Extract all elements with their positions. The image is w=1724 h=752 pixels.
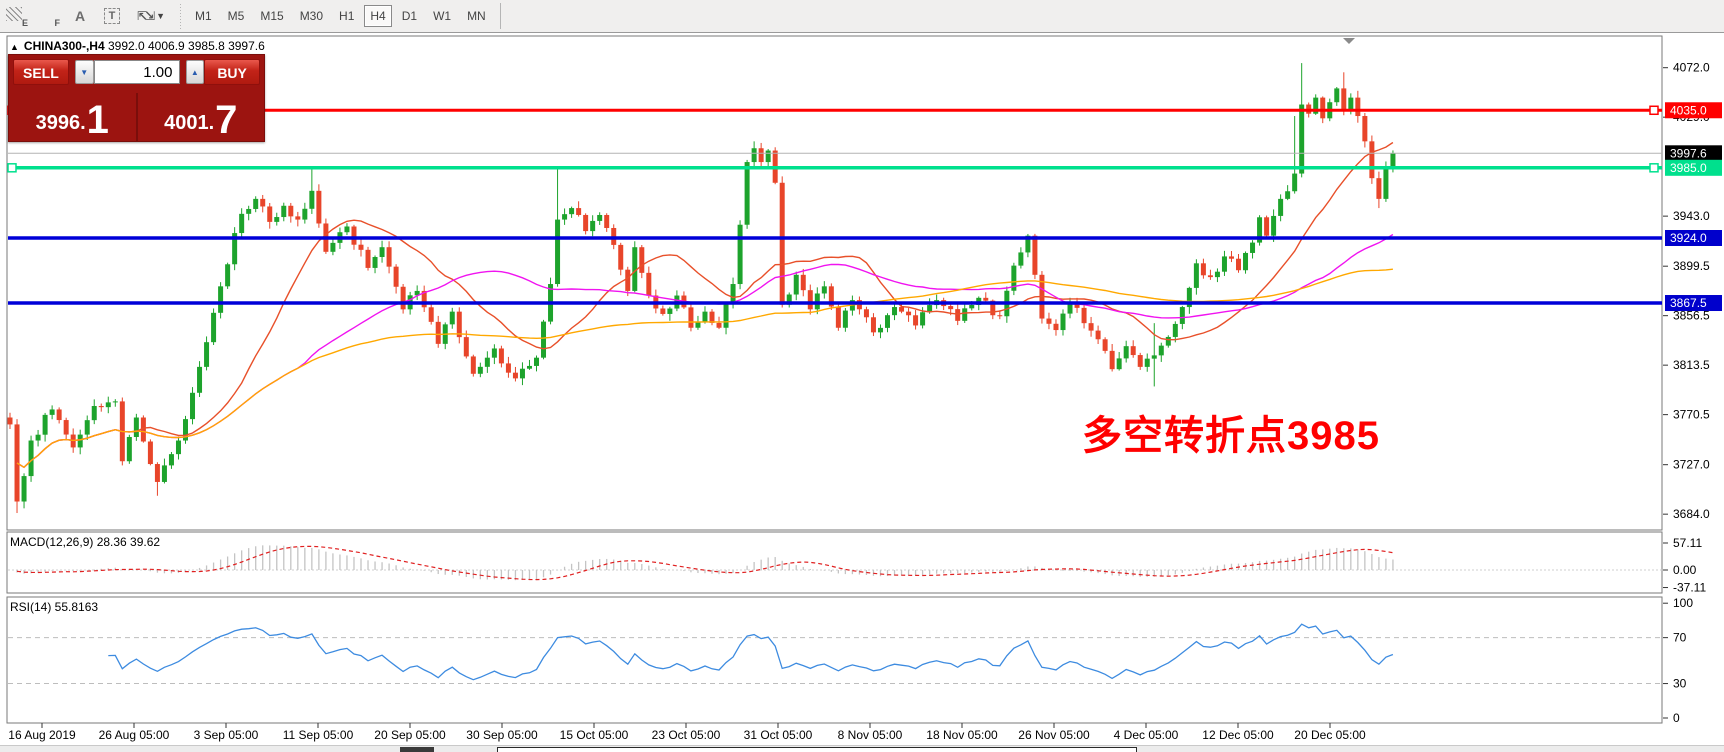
one-click-trade-panel: SELL ▼ ▲ BUY 3996. 1 4001. 7 [8, 54, 265, 142]
hatch-style-icon: E [6, 7, 26, 25]
macd-axis: 57.11 0.00 -37.11 [1663, 536, 1706, 595]
text-box-icon: T [104, 8, 120, 24]
text-a-icon: A [75, 8, 85, 24]
time-label: 8 Nov 05:00 [838, 728, 903, 742]
rsi-label: RSI(14) 55.8163 [10, 600, 98, 614]
toolbar: E F A T ⇱⇲ ▼ M1M5M15M30H1H4D1W1MN [0, 0, 1724, 33]
volume-input[interactable] [94, 60, 180, 84]
chart-window: 4072.04029.03943.03899.53856.53813.53770… [0, 35, 1724, 745]
timeframe-button-W1[interactable]: W1 [427, 5, 457, 27]
time-label: 18 Nov 05:00 [926, 728, 998, 742]
grid-button[interactable]: F [33, 3, 63, 29]
price-axis: 4072.04029.03943.03899.53856.53813.53770… [1663, 61, 1722, 521]
svg-text:3997.6: 3997.6 [1670, 146, 1707, 160]
buy-price[interactable]: 4001. 7 [138, 93, 265, 142]
cursor-tool-button[interactable]: ⇱⇲ ▼ [129, 3, 173, 29]
bottom-strip [0, 745, 1724, 752]
svg-text:0: 0 [1673, 711, 1680, 725]
time-label: 20 Sep 05:00 [374, 728, 446, 742]
timeframe-button-M15[interactable]: M15 [254, 5, 289, 27]
time-label: 26 Aug 05:00 [99, 728, 170, 742]
svg-text:3684.0: 3684.0 [1673, 507, 1710, 521]
time-label: 16 Aug 2019 [8, 728, 76, 742]
svg-text:0.00: 0.00 [1673, 563, 1697, 577]
time-axis: 16 Aug 2019 26 Aug 05:00 3 Sep 05:00 11 Sep… [8, 723, 1366, 742]
mt4-window: E F A T ⇱⇲ ▼ M1M5M15M30H1H4D1W1MN 4072.0… [0, 0, 1724, 752]
svg-text:-37.11: -37.11 [1673, 581, 1706, 595]
buy-price-main: 4001. [164, 108, 214, 138]
time-label: 3 Sep 05:00 [194, 728, 259, 742]
time-label: 30 Sep 05:00 [466, 728, 538, 742]
svg-text:3943.0: 3943.0 [1673, 209, 1710, 223]
sell-price-main: 3996. [36, 108, 86, 138]
chart-canvas[interactable]: 4072.04029.03943.03899.53856.53813.53770… [0, 35, 1724, 752]
svg-text:3727.0: 3727.0 [1673, 458, 1710, 472]
svg-text:3813.5: 3813.5 [1673, 358, 1710, 372]
timeframe-button-H4[interactable]: H4 [364, 5, 391, 27]
chart-symbol: CHINA300-,H4 [24, 39, 105, 53]
rsi-pane [7, 597, 1662, 723]
chart-ohlc-values: 3992.0 4006.9 3985.8 3997.6 [108, 39, 265, 53]
time-label: 20 Dec 05:00 [1294, 728, 1366, 742]
toolbar-separator-2 [500, 3, 501, 29]
buy-price-last-digit: 7 [215, 102, 237, 138]
time-label: 26 Nov 05:00 [1018, 728, 1090, 742]
bottom-strip-segment [400, 747, 434, 752]
time-label: 23 Oct 05:00 [652, 728, 721, 742]
time-label: 15 Oct 05:00 [560, 728, 629, 742]
timeframe-button-H1[interactable]: H1 [333, 5, 360, 27]
volume-up-button[interactable]: ▲ [186, 60, 205, 84]
svg-text:30: 30 [1673, 677, 1687, 691]
timeframe-button-MN[interactable]: MN [461, 5, 492, 27]
toolbar-separator [178, 3, 183, 29]
dropdown-caret-icon: ▼ [156, 11, 165, 21]
sell-price[interactable]: 3996. 1 [9, 93, 136, 142]
title-marker-icon: ▲ [10, 42, 19, 52]
cursor-arrows-icon: ⇱⇲ [137, 9, 153, 23]
svg-text:3924.0: 3924.0 [1670, 231, 1707, 245]
timeframe-button-M5[interactable]: M5 [222, 5, 251, 27]
time-label: 12 Dec 05:00 [1202, 728, 1274, 742]
rsi-axis: 100 70 30 0 [1663, 596, 1693, 725]
svg-text:4035.0: 4035.0 [1670, 103, 1707, 117]
svg-text:100: 100 [1673, 596, 1693, 610]
volume-down-button[interactable]: ▼ [75, 60, 94, 84]
text-label-button[interactable]: A [65, 3, 95, 29]
hatch-style-button[interactable]: E [1, 3, 31, 29]
time-label: 11 Sep 05:00 [283, 728, 354, 742]
svg-text:3985.0: 3985.0 [1670, 161, 1707, 175]
buy-button[interactable]: BUY [204, 59, 260, 85]
bottom-window-edge [497, 747, 1137, 752]
time-label: 31 Oct 05:00 [744, 728, 813, 742]
timeframe-group: M1M5M15M30H1H4D1W1MN [187, 5, 494, 27]
timeframe-button-M30[interactable]: M30 [294, 5, 329, 27]
svg-text:3770.5: 3770.5 [1673, 408, 1710, 422]
time-label: 4 Dec 05:00 [1114, 728, 1179, 742]
timeframe-button-D1[interactable]: D1 [396, 5, 423, 27]
timeframe-button-M1[interactable]: M1 [189, 5, 218, 27]
sell-button[interactable]: SELL [13, 59, 69, 85]
svg-text:3867.5: 3867.5 [1670, 296, 1707, 310]
macd-label: MACD(12,26,9) 28.36 39.62 [10, 535, 160, 549]
svg-text:4072.0: 4072.0 [1673, 61, 1710, 75]
sell-price-last-digit: 1 [87, 102, 109, 138]
svg-text:57.11: 57.11 [1673, 536, 1702, 550]
chart-annotation-text: 多空转折点3985 [1082, 403, 1380, 461]
svg-text:3899.5: 3899.5 [1673, 259, 1710, 273]
text-box-button[interactable]: T [97, 3, 127, 29]
chart-title: ▲ CHINA300-,H4 3992.0 4006.9 3985.8 3997.… [10, 39, 265, 53]
svg-text:70: 70 [1673, 631, 1687, 645]
grid-icon: F [38, 7, 58, 25]
